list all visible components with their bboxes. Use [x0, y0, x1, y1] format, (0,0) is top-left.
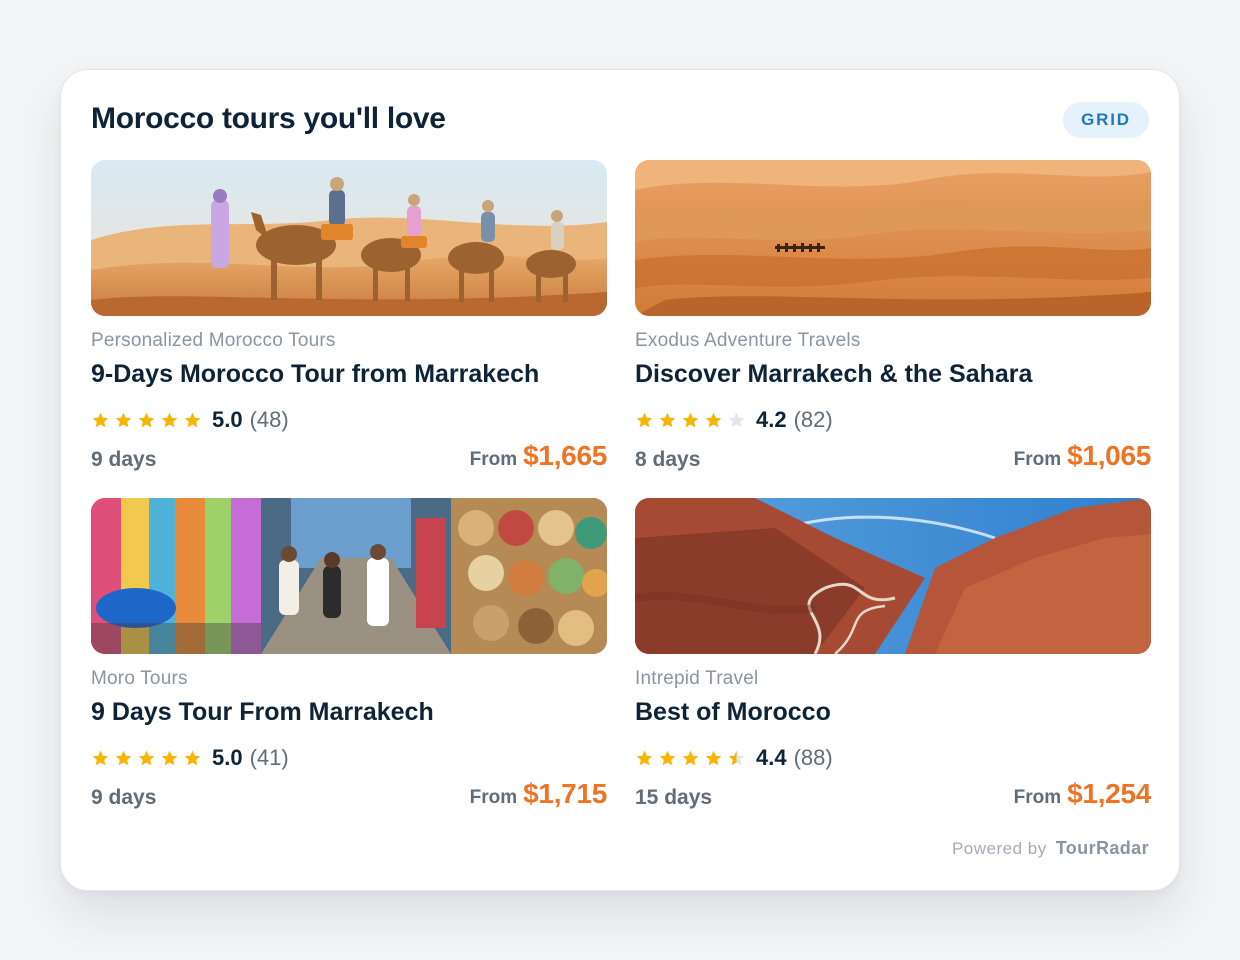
rating-value: 5.0 — [212, 745, 243, 770]
powered-by-footer: Powered by TourRadar — [952, 838, 1149, 859]
tour-operator: Exodus Adventure Travels — [635, 330, 861, 351]
from-label: From — [469, 449, 518, 470]
star-rating — [635, 749, 746, 768]
rating-value: 4.4 — [756, 745, 787, 770]
star-rating — [91, 411, 202, 430]
rating-row: 5.0 (41) — [91, 744, 289, 772]
tour-card[interactable]: Moro Tours 9 Days Tour From Marrakech 5.… — [91, 498, 607, 818]
star-filled-icon — [636, 412, 653, 427]
star-filled-icon — [115, 412, 132, 427]
sahara-dunes-photo[interactable] — [635, 160, 1151, 316]
star-empty-icon — [728, 412, 745, 427]
star-filled-icon — [115, 750, 132, 765]
review-count: (82) — [793, 407, 833, 432]
tour-card[interactable]: Personalized Morocco Tours 9-Days Morocc… — [91, 160, 607, 480]
from-label: From — [469, 787, 518, 808]
review-count: (88) — [793, 745, 833, 770]
review-count: (41) — [249, 745, 289, 770]
tour-operator: Moro Tours — [91, 668, 188, 689]
price-block: From $1,665 — [469, 440, 608, 472]
market-street-photo[interactable] — [91, 498, 607, 654]
star-filled-icon — [138, 412, 155, 427]
star-rating — [635, 411, 746, 430]
tour-title[interactable]: Best of Morocco — [635, 698, 831, 727]
tour-card[interactable]: Exodus Adventure Travels Discover Marrak… — [635, 160, 1151, 480]
star-filled-icon — [184, 412, 201, 427]
tour-price: $1,715 — [523, 778, 607, 809]
review-count: (48) — [249, 407, 289, 432]
tour-price: $1,665 — [523, 440, 607, 471]
from-label: From — [1013, 449, 1062, 470]
canyon-road-photo[interactable] — [635, 498, 1151, 654]
star-filled-icon — [161, 750, 178, 765]
tour-operator: Intrepid Travel — [635, 668, 759, 689]
camel-caravan-desert-photo[interactable] — [91, 160, 607, 316]
tour-duration: 8 days — [635, 448, 701, 471]
tour-card[interactable]: Intrepid Travel Best of Morocco 4.4 (88)… — [635, 498, 1151, 818]
star-filled-icon — [636, 750, 653, 765]
star-filled-icon — [92, 412, 109, 427]
price-block: From $1,065 — [1013, 440, 1152, 472]
tour-duration: 15 days — [635, 786, 713, 809]
tour-title[interactable]: 9-Days Morocco Tour from Marrakech — [91, 360, 539, 389]
star-filled-icon — [138, 750, 155, 765]
widget-title: Morocco tours you'll love — [91, 102, 446, 135]
rating-row: 4.2 (82) — [635, 406, 833, 434]
star-filled-icon — [92, 750, 109, 765]
tours-widget: Morocco tours you'll love GRID Personali… — [60, 69, 1180, 891]
star-filled-icon — [705, 750, 722, 765]
star-filled-icon — [659, 412, 676, 427]
rating-row: 5.0 (48) — [91, 406, 289, 434]
star-filled-icon — [682, 750, 699, 765]
tour-title[interactable]: 9 Days Tour From Marrakech — [91, 698, 434, 727]
tour-operator: Personalized Morocco Tours — [91, 330, 336, 351]
price-block: From $1,715 — [469, 778, 608, 810]
tour-duration: 9 days — [91, 786, 157, 809]
grid-view-badge[interactable]: GRID — [1063, 102, 1149, 138]
star-filled-icon — [161, 412, 178, 427]
tour-title[interactable]: Discover Marrakech & the Sahara — [635, 360, 1032, 389]
tour-price: $1,254 — [1067, 778, 1151, 809]
price-block: From $1,254 — [1013, 778, 1152, 810]
star-filled-icon — [705, 412, 722, 427]
star-filled-icon — [184, 750, 201, 765]
tour-price: $1,065 — [1067, 440, 1151, 471]
star-filled-icon — [659, 750, 676, 765]
star-half-icon — [728, 750, 745, 765]
tour-duration: 9 days — [91, 448, 157, 471]
rating-value: 5.0 — [212, 407, 243, 432]
brand-link[interactable]: TourRadar — [1056, 838, 1149, 859]
star-filled-icon — [682, 412, 699, 427]
powered-by-label: Powered by — [951, 839, 1047, 858]
from-label: From — [1013, 787, 1062, 808]
star-rating — [91, 749, 202, 768]
rating-row: 4.4 (88) — [635, 744, 833, 772]
rating-value: 4.2 — [756, 407, 787, 432]
